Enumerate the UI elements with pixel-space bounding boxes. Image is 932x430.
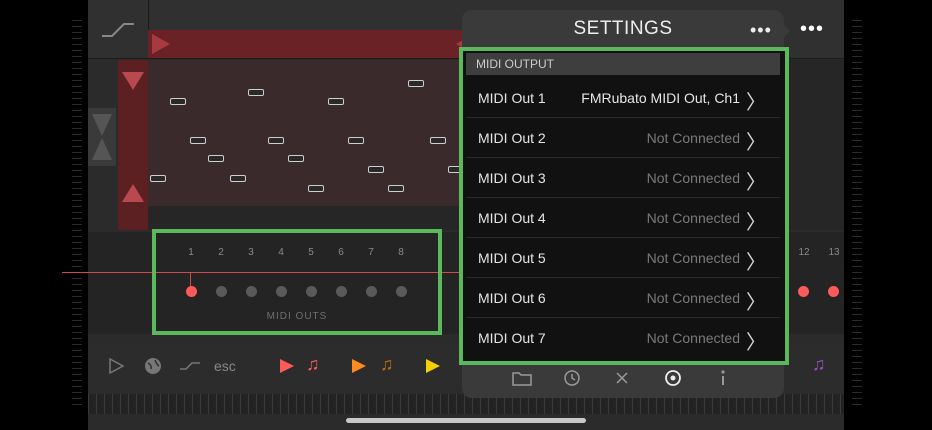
midi-out-value: Not Connected	[646, 170, 740, 186]
note-block[interactable]	[230, 175, 246, 182]
pattern-range-bar[interactable]	[148, 30, 478, 58]
info-icon[interactable]	[717, 368, 729, 388]
channel-dot[interactable]	[246, 286, 257, 297]
note-block[interactable]	[408, 80, 424, 87]
channel-number: 13	[828, 247, 840, 258]
channel-dot-active[interactable]	[828, 286, 839, 297]
music-note-purple-icon[interactable]: ♫	[812, 354, 826, 375]
play-outline-icon[interactable]	[106, 356, 126, 376]
curve-icon	[102, 23, 134, 37]
settings-gear-icon[interactable]	[662, 368, 684, 388]
settings-title: SETTINGS	[573, 18, 673, 39]
channel-dot[interactable]	[336, 286, 347, 297]
midi-out-value: Not Connected	[646, 210, 740, 226]
section-header: MIDI OUTPUT	[466, 53, 780, 75]
note-block[interactable]	[150, 175, 166, 182]
more-dots-icon[interactable]: •••	[750, 20, 772, 41]
note-block[interactable]	[170, 98, 186, 105]
midi-outs-label: MIDI OUTS	[266, 311, 328, 322]
channel-number: 6	[338, 247, 344, 258]
close-icon[interactable]	[614, 370, 630, 386]
history-icon[interactable]	[561, 368, 583, 388]
channel-number: 4	[278, 247, 284, 258]
chevron-right-icon: 〉	[746, 132, 766, 154]
play-yellow-icon[interactable]	[424, 356, 442, 376]
midi-out-row-2[interactable]: MIDI Out 2 Not Connected 〉	[466, 118, 780, 158]
midi-out-row-3[interactable]: MIDI Out 3 Not Connected 〉	[466, 158, 780, 198]
midi-out-name: MIDI Out 3	[478, 170, 546, 186]
music-note-orange-icon[interactable]: ♫	[380, 354, 394, 375]
channel-number: 12	[798, 247, 810, 258]
right-edge-ruler	[852, 20, 862, 410]
midi-out-name: MIDI Out 7	[478, 330, 546, 346]
globe-icon[interactable]	[143, 356, 163, 376]
channel-dot[interactable]	[276, 286, 287, 297]
midi-out-row-5[interactable]: MIDI Out 5 Not Connected 〉	[466, 238, 780, 278]
channel-dot[interactable]	[366, 286, 377, 297]
active-channel-stem	[190, 273, 191, 287]
midi-out-name: MIDI Out 2	[478, 130, 546, 146]
channel-dot[interactable]	[216, 286, 227, 297]
folder-icon[interactable]	[511, 369, 533, 387]
note-block[interactable]	[368, 166, 384, 173]
channel-number: 5	[308, 247, 314, 258]
midi-out-name: MIDI Out 1	[478, 90, 546, 106]
channel-dot-active[interactable]	[798, 286, 809, 297]
note-block[interactable]	[430, 137, 446, 144]
note-block[interactable]	[190, 137, 206, 144]
note-block[interactable]	[268, 137, 284, 144]
channel-number: 1	[188, 247, 194, 258]
note-block[interactable]	[288, 155, 304, 162]
pitch-arrows-icon	[122, 72, 144, 202]
chevron-right-icon: 〉	[746, 252, 766, 274]
midi-out-name: MIDI Out 5	[478, 250, 546, 266]
midi-out-name: MIDI Out 4	[478, 210, 546, 226]
midi-out-row-4[interactable]: MIDI Out 4 Not Connected 〉	[466, 198, 780, 238]
channel-number: 3	[248, 247, 254, 258]
app-menu-dots-icon[interactable]: •••	[800, 18, 824, 41]
midi-out-row-7[interactable]: MIDI Out 7 Not Connected 〉	[466, 318, 780, 358]
escape-button[interactable]: esc	[214, 358, 236, 374]
chevron-right-icon: 〉	[746, 292, 766, 314]
midi-out-value: Not Connected	[646, 250, 740, 266]
midi-out-row-6[interactable]: MIDI Out 6 Not Connected 〉	[466, 278, 780, 318]
note-block[interactable]	[308, 185, 324, 192]
midi-out-name: MIDI Out 6	[478, 290, 546, 306]
chevron-right-icon: 〉	[746, 212, 766, 234]
home-indicator	[346, 418, 586, 423]
channel-number: 8	[398, 247, 404, 258]
midi-out-row-1[interactable]: MIDI Out 1 FMRubato MIDI Out, Ch1 〉	[466, 78, 780, 118]
note-block[interactable]	[248, 89, 264, 96]
channel-dot-active[interactable]	[186, 286, 197, 297]
left-edge-ruler	[72, 20, 82, 410]
hourglass-icon	[92, 114, 112, 160]
range-arrows-icon	[152, 34, 474, 54]
chevron-right-icon: 〉	[746, 92, 766, 114]
note-block[interactable]	[348, 137, 364, 144]
channel-dot[interactable]	[306, 286, 317, 297]
music-note-icon[interactable]: ♫	[306, 354, 320, 375]
midi-out-value: Not Connected	[646, 290, 740, 306]
midi-out-value: Not Connected	[646, 130, 740, 146]
midi-out-value: FMRubato MIDI Out, Ch1	[581, 90, 740, 106]
note-block[interactable]	[208, 155, 224, 162]
channel-dot[interactable]	[396, 286, 407, 297]
channel-number: 2	[218, 247, 224, 258]
pitch-strip[interactable]	[118, 60, 148, 230]
play-red-icon[interactable]	[278, 356, 296, 376]
channel-number: 7	[368, 247, 374, 258]
scroll-handle[interactable]	[88, 108, 116, 166]
chevron-right-icon: 〉	[746, 172, 766, 194]
midi-out-value: Not Connected	[646, 330, 740, 346]
chevron-right-icon: 〉	[746, 332, 766, 354]
curve-button[interactable]	[88, 0, 149, 58]
play-orange-icon[interactable]	[350, 356, 368, 376]
note-block[interactable]	[388, 185, 404, 192]
curve-icon[interactable]	[178, 356, 202, 376]
note-block[interactable]	[328, 98, 344, 105]
